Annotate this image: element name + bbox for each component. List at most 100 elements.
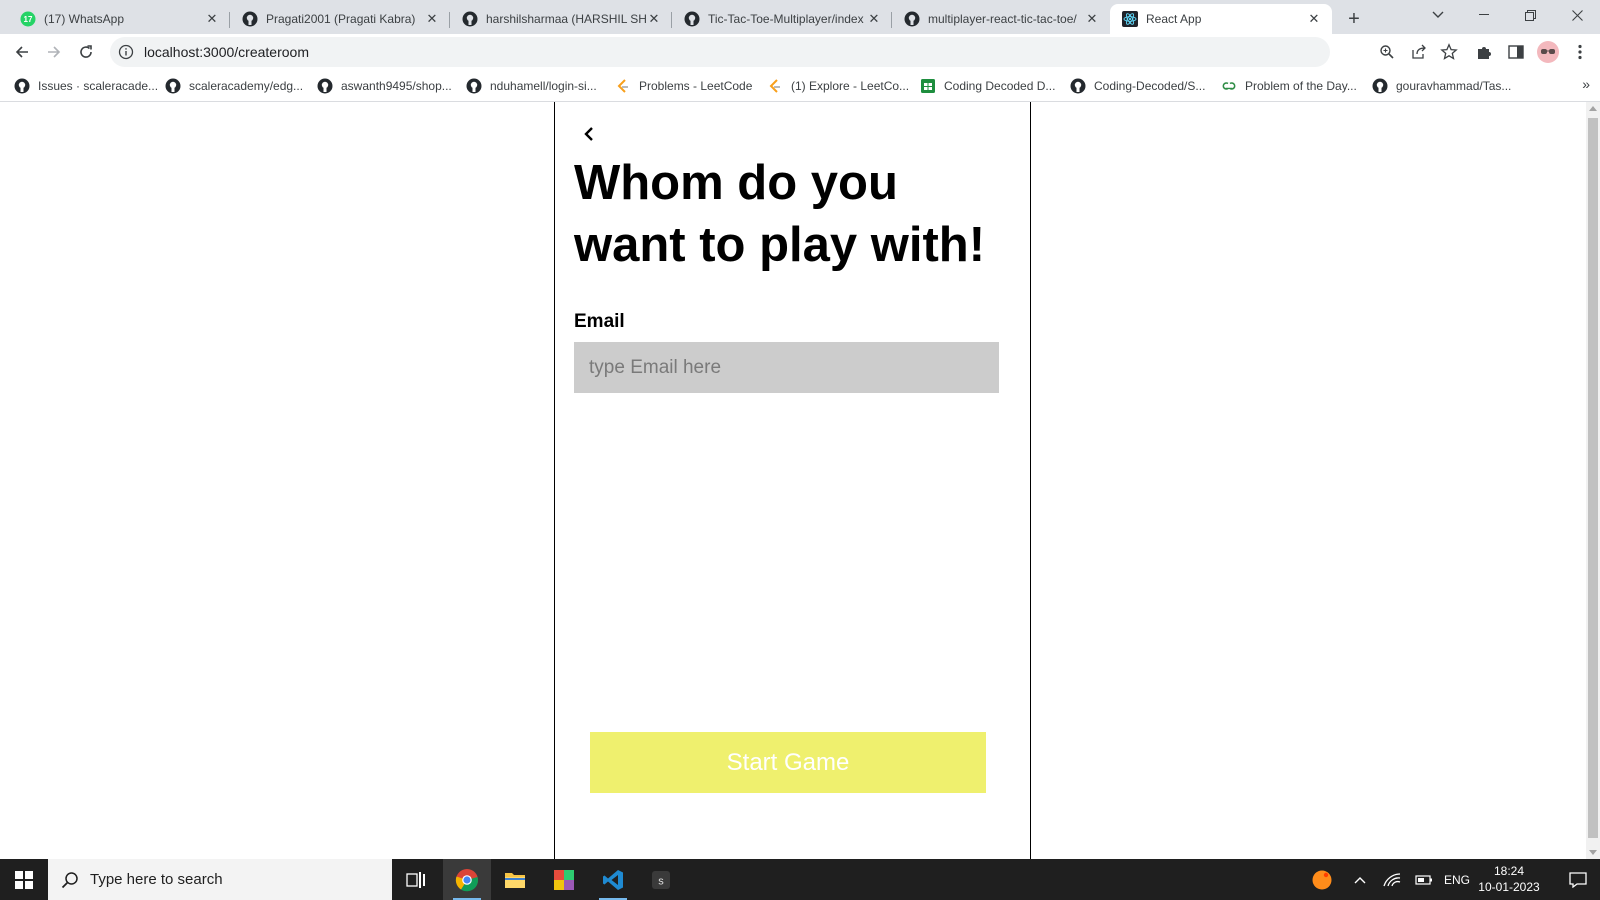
tab-title: harshilsharmaa (HARSHIL SHARMA) [486, 12, 646, 26]
start-game-button[interactable]: Start Game [590, 732, 986, 793]
bookmark-item[interactable]: aswanth9495/shop... [317, 76, 452, 96]
task-view-button[interactable] [392, 859, 440, 900]
tab-strip: 17 (17) WhatsApp ✕ Pragati2001 (Pragati … [0, 0, 1600, 34]
new-tab-button[interactable]: + [1341, 6, 1367, 32]
bookmark-item[interactable]: nduhamell/login-si... [466, 76, 597, 96]
tab-react-app[interactable]: React App ✕ [1110, 4, 1332, 34]
github-icon [1372, 78, 1388, 94]
restore-button[interactable] [1507, 0, 1553, 30]
svg-text:17: 17 [24, 15, 33, 24]
s-app-icon: s [652, 870, 670, 889]
file-explorer-button[interactable] [491, 859, 539, 900]
github-icon [684, 11, 700, 27]
scroll-down-icon[interactable] [1589, 850, 1597, 855]
language-indicator[interactable]: ENG [1442, 859, 1472, 900]
bookmark-label: gouravhammad/Tas... [1396, 79, 1512, 93]
bookmark-item[interactable]: gouravhammad/Tas... [1372, 76, 1511, 96]
tab-tictactoe-index[interactable]: Tic-Tac-Toe-Multiplayer/index ✕ [672, 4, 892, 34]
back-nav-button[interactable] [8, 38, 36, 66]
bookmark-item[interactable]: Coding-Decoded/S... [1070, 76, 1205, 96]
github-icon [14, 78, 30, 94]
profile-avatar[interactable] [1536, 40, 1560, 64]
bookmark-item[interactable]: Issues · scaleracade... [14, 76, 158, 96]
chevron-left-icon [584, 127, 593, 141]
chrome-taskbar-button[interactable] [443, 859, 491, 900]
scroll-up-icon[interactable] [1589, 106, 1597, 111]
address-url: localhost:3000/createroom [144, 44, 309, 60]
bookmark-label: Problems - LeetCode [639, 79, 753, 93]
colorful-app-icon [554, 869, 574, 890]
clock-time: 18:24 [1493, 864, 1525, 878]
app-taskbar-button[interactable] [540, 859, 588, 900]
battery-icon[interactable] [1412, 859, 1436, 900]
bookmark-label: (1) Explore - LeetCo... [791, 79, 910, 93]
zoom-icon[interactable] [1376, 41, 1398, 63]
bookmark-item[interactable]: Problem of the Day... [1221, 76, 1357, 96]
create-room-card: Whom do you want to play with! Email Sta… [554, 102, 1031, 859]
bookmark-label: scaleracademy/edg... [189, 79, 304, 93]
close-tab-icon[interactable]: ✕ [424, 11, 440, 27]
bookmark-label: Coding-Decoded/S... [1094, 79, 1206, 93]
vscode-taskbar-button[interactable] [589, 859, 637, 900]
minimize-button[interactable] [1461, 0, 1507, 30]
github-icon [462, 11, 478, 27]
tab-harshil[interactable]: harshilsharmaa (HARSHIL SHARMA) ✕ [450, 4, 672, 34]
browser-menu-icon[interactable] [1568, 40, 1592, 64]
more-bookmarks-icon[interactable]: » [1582, 76, 1590, 92]
side-panel-icon[interactable] [1504, 40, 1528, 64]
start-button[interactable] [0, 859, 48, 900]
bookmark-label: nduhamell/login-si... [490, 79, 597, 93]
close-tab-icon[interactable]: ✕ [1306, 11, 1322, 27]
tab-multiplayer-react[interactable]: multiplayer-react-tic-tac-toe/ ✕ [892, 4, 1110, 34]
share-icon[interactable] [1408, 41, 1430, 63]
star-icon[interactable] [1437, 40, 1461, 64]
back-arrow-button[interactable] [579, 122, 599, 146]
chevron-up-icon[interactable] [1348, 859, 1372, 900]
bookmark-item[interactable]: Coding Decoded D... [920, 76, 1055, 96]
scroll-thumb[interactable] [1588, 118, 1598, 838]
tab-pragati[interactable]: Pragati2001 (Pragati Kabra) ✕ [230, 4, 450, 34]
wifi-icon[interactable] [1380, 859, 1404, 900]
sheets-icon [920, 78, 936, 94]
tab-whatsapp[interactable]: 17 (17) WhatsApp ✕ [8, 4, 230, 34]
search-placeholder: Type here to search [90, 871, 223, 888]
s-app-taskbar-button[interactable]: s [637, 859, 685, 900]
reload-button[interactable] [72, 38, 100, 66]
email-field[interactable] [574, 342, 999, 393]
bookmark-item[interactable]: Problems - LeetCode [615, 76, 752, 96]
clock[interactable]: 18:24 10-01-2023 [1474, 863, 1544, 895]
email-label: Email [574, 311, 625, 332]
address-bar[interactable]: localhost:3000/createroom [110, 37, 1426, 67]
site-info-icon[interactable] [118, 44, 134, 60]
close-tab-icon[interactable]: ✕ [1084, 11, 1100, 27]
close-tab-icon[interactable]: ✕ [646, 11, 662, 27]
close-tab-icon[interactable]: ✕ [204, 11, 220, 27]
orange-tray-icon[interactable] [1308, 859, 1336, 900]
page-viewport: Whom do you want to play with! Email Sta… [0, 102, 1586, 859]
task-view-icon [406, 871, 425, 888]
bookmark-label: aswanth9495/shop... [341, 79, 452, 93]
windows-icon [15, 870, 33, 889]
page-scrollbar[interactable] [1586, 102, 1600, 859]
bookmark-item[interactable]: (1) Explore - LeetCo... [767, 76, 909, 96]
bookmark-item[interactable]: scaleracademy/edg... [165, 76, 303, 96]
close-window-button[interactable] [1554, 0, 1600, 30]
leetcode-icon [615, 78, 631, 94]
close-tab-icon[interactable]: ✕ [866, 11, 882, 27]
github-icon [317, 78, 333, 94]
forward-nav-button[interactable] [40, 38, 68, 66]
tab-title: multiplayer-react-tic-tac-toe/ [928, 12, 1077, 26]
notification-icon [1569, 871, 1587, 888]
extensions-puzzle-icon[interactable] [1472, 40, 1496, 64]
bookmark-label: Issues · scaleracade... [38, 79, 159, 93]
leetcode-icon [767, 78, 783, 94]
clock-date: 10-01-2023 [1478, 880, 1540, 894]
search-icon [60, 870, 80, 890]
tab-search-button[interactable] [1415, 0, 1461, 30]
notifications-button[interactable] [1556, 859, 1600, 900]
taskbar-search[interactable]: Type here to search [48, 859, 392, 900]
windows-taskbar: Type here to search s ENG 18:24 10-01-20… [0, 859, 1600, 900]
github-icon [165, 78, 181, 94]
bookmark-label: Problem of the Day... [1245, 79, 1357, 93]
gfg-icon [1221, 78, 1237, 94]
